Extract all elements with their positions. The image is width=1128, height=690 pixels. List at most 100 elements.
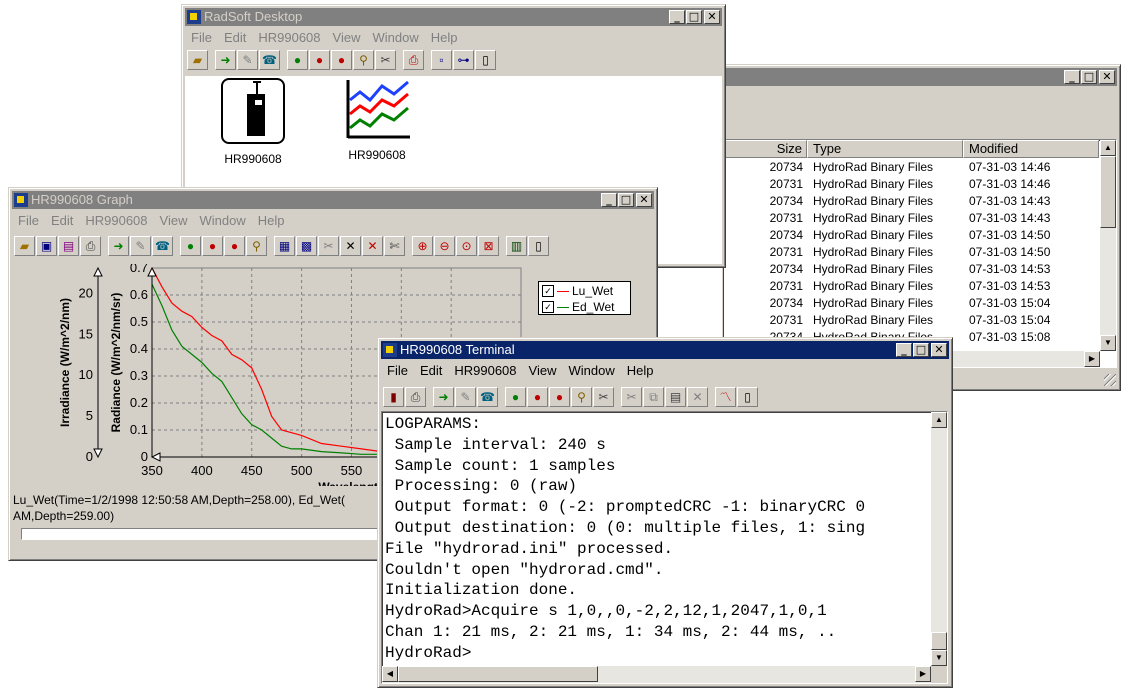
scroll-thumb[interactable] — [1100, 156, 1116, 228]
search-icon[interactable]: ⚲ — [353, 50, 374, 70]
traffic-light-icon[interactable]: ● — [505, 387, 526, 407]
traffic-light-icon[interactable]: ● — [287, 50, 308, 70]
app-icon[interactable] — [14, 193, 28, 207]
traffic-lights-icon[interactable]: ● — [527, 387, 548, 407]
connect-arrow-icon[interactable]: ➜ — [215, 50, 236, 70]
remove-series-icon[interactable]: ✂ — [318, 236, 339, 256]
menu-help[interactable]: Help — [621, 363, 660, 378]
menu-file[interactable]: File — [381, 363, 414, 378]
save-icon[interactable]: ▣ — [36, 236, 57, 256]
file-row[interactable]: 20734 HydroRad Binary Files 07-31-03 15:04 — [723, 295, 1103, 312]
file-row[interactable]: 20734 HydroRad Binary Files 07-31-03 14:50 — [723, 227, 1103, 244]
file-row[interactable]: 20731 HydroRad Binary Files 07-31-03 14:43 — [723, 210, 1103, 227]
minimize-button[interactable]: _ — [1064, 70, 1080, 84]
traffic-lights-icon[interactable]: ● — [202, 236, 223, 256]
file-row[interactable]: 20731 HydroRad Binary Files 07-31-03 14:50 — [723, 244, 1103, 261]
terminal-horizontal-scrollbar[interactable]: ◀ ▶ — [382, 666, 931, 683]
delete-icon[interactable]: ✕ — [340, 236, 361, 256]
maximize-button[interactable]: □ — [686, 10, 702, 24]
print-icon[interactable]: ⎙ — [403, 50, 424, 70]
size-grip[interactable] — [1104, 374, 1116, 386]
open-icon[interactable]: ▰ — [14, 236, 35, 256]
file-row[interactable]: 20734 HydroRad Binary Files 07-31-03 14:43 — [723, 193, 1103, 210]
menu-help[interactable]: Help — [252, 213, 291, 228]
traffic-light-icon[interactable]: ● — [180, 236, 201, 256]
menu-hr990608[interactable]: HR990608 — [448, 363, 522, 378]
minimize-button[interactable]: _ — [896, 343, 912, 357]
open-icon[interactable]: ▰ — [187, 50, 208, 70]
connect-arrow-icon[interactable]: ➜ — [433, 387, 454, 407]
tools-icon[interactable]: ✂ — [375, 50, 396, 70]
menu-view[interactable]: View — [154, 213, 194, 228]
zoom-in-icon[interactable]: ⊕ — [412, 236, 433, 256]
search-icon[interactable]: ⚲ — [571, 387, 592, 407]
menu-hr990608[interactable]: HR990608 — [79, 213, 153, 228]
file-row[interactable]: 20731 HydroRad Binary Files 07-31-03 15:04 — [723, 312, 1103, 329]
document-icon[interactable]: ▯ — [528, 236, 549, 256]
menu-edit[interactable]: Edit — [414, 363, 448, 378]
desktop-titlebar[interactable]: RadSoft Desktop _ □ ✕ — [185, 8, 722, 26]
scroll-down-button[interactable]: ▼ — [1100, 335, 1116, 351]
print-icon[interactable]: ⎙ — [80, 236, 101, 256]
file-row[interactable]: 20731 HydroRad Binary Files 07-31-03 14:53 — [723, 278, 1103, 295]
file-row[interactable]: 20734 HydroRad Binary Files 07-31-03 14:46 — [723, 159, 1103, 176]
legend-item-lu-wet[interactable]: ✓ Lu_Wet — [542, 283, 627, 299]
save-as-icon[interactable]: ▤ — [58, 236, 79, 256]
app-icon[interactable] — [383, 343, 397, 357]
desktop-item-instrument[interactable]: HR990608 — [211, 78, 295, 166]
clear-icon[interactable]: ✕ — [687, 387, 708, 407]
menu-view[interactable]: View — [523, 363, 563, 378]
menu-hr990608[interactable]: HR990608 — [252, 30, 326, 45]
menu-file[interactable]: File — [12, 213, 45, 228]
close-button[interactable]: ✕ — [704, 10, 720, 24]
file-row[interactable]: 20731 HydroRad Binary Files 07-31-03 14:46 — [723, 176, 1103, 193]
arrange-icon[interactable]: ▫ — [431, 50, 452, 70]
menu-window[interactable]: Window — [562, 363, 620, 378]
column-header-modified[interactable]: Modified — [963, 140, 1099, 158]
stop-icon[interactable]: ▮ — [383, 387, 404, 407]
menu-window[interactable]: Window — [366, 30, 424, 45]
tree-icon[interactable]: ⊶ — [453, 50, 474, 70]
wrench-icon[interactable]: ✎ — [237, 50, 258, 70]
legend-item-ed-wet[interactable]: ✓ Ed_Wet — [542, 299, 627, 315]
select-series-icon[interactable]: ▦ — [274, 236, 295, 256]
tools-icon[interactable]: ✂ — [593, 387, 614, 407]
phone-icon[interactable]: ☎ — [152, 236, 173, 256]
export-icon[interactable]: ▥ — [506, 236, 527, 256]
traffic-light-red-icon[interactable]: ● — [224, 236, 245, 256]
column-header-size[interactable]: Size — [723, 140, 807, 158]
document-icon[interactable]: ▯ — [475, 50, 496, 70]
traffic-lights-icon[interactable]: ● — [309, 50, 330, 70]
column-header-type[interactable]: Type — [807, 140, 963, 158]
traffic-light-red-icon[interactable]: ● — [549, 387, 570, 407]
wrench-icon[interactable]: ✎ — [455, 387, 476, 407]
connect-arrow-icon[interactable]: ➜ — [108, 236, 129, 256]
close-button[interactable]: ✕ — [1099, 70, 1115, 84]
maximize-button[interactable]: □ — [618, 193, 634, 207]
scroll-right-button[interactable]: ▶ — [915, 666, 931, 682]
file-list-vertical-scrollbar[interactable]: ▲ ▼ — [1100, 140, 1116, 351]
checkbox-icon[interactable]: ✓ — [542, 301, 554, 313]
terminal-output[interactable]: LOGPARAMS: Sample interval: 240 s Sample… — [381, 411, 948, 684]
paste-icon[interactable]: ▤ — [665, 387, 686, 407]
scroll-thumb[interactable] — [398, 666, 598, 682]
print-icon[interactable]: ⎙ — [405, 387, 426, 407]
file-list-titlebar[interactable]: _ □ ✕ — [724, 68, 1117, 86]
phone-icon[interactable]: ☎ — [477, 387, 498, 407]
zoom-out-icon[interactable]: ⊖ — [434, 236, 455, 256]
menu-window[interactable]: Window — [193, 213, 251, 228]
scroll-up-button[interactable]: ▲ — [1100, 140, 1116, 156]
menu-help[interactable]: Help — [425, 30, 464, 45]
minimize-button[interactable]: _ — [601, 193, 617, 207]
document-icon[interactable]: ▯ — [737, 387, 758, 407]
scroll-thumb[interactable] — [931, 632, 947, 650]
cut-icon[interactable]: ✂ — [621, 387, 642, 407]
terminal-vertical-scrollbar[interactable]: ▲ ▼ — [931, 412, 947, 666]
tools-icon[interactable]: ✄ — [384, 236, 405, 256]
graph-icon[interactable]: 〽 — [715, 387, 736, 407]
close-button[interactable]: ✕ — [636, 193, 652, 207]
phone-icon[interactable]: ☎ — [259, 50, 280, 70]
minimize-button[interactable]: _ — [669, 10, 685, 24]
menu-view[interactable]: View — [327, 30, 367, 45]
maximize-button[interactable]: □ — [913, 343, 929, 357]
